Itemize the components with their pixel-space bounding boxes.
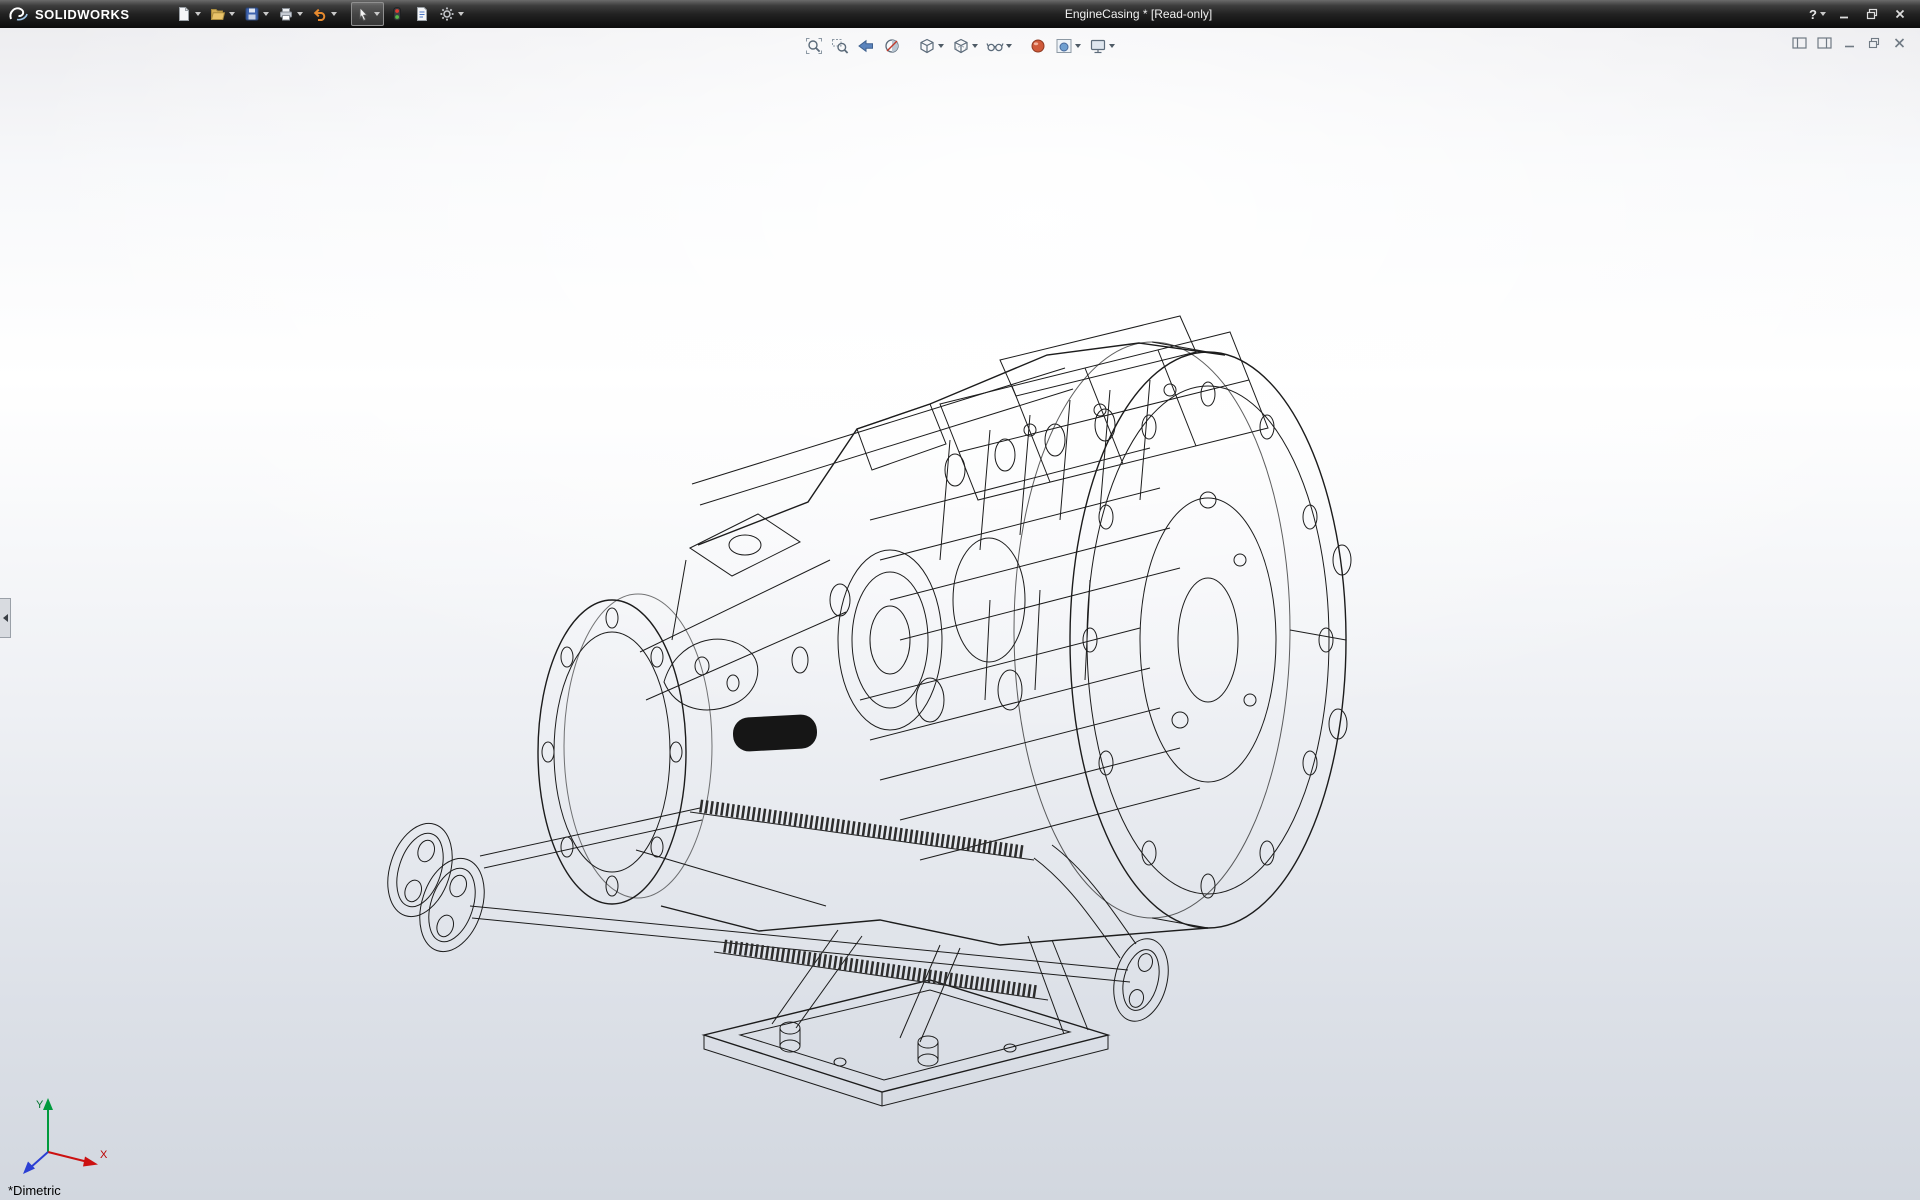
x-axis-arrow-icon — [83, 1157, 98, 1167]
help-button[interactable]: ? — [1809, 7, 1826, 22]
apply-scene-icon — [1055, 37, 1073, 55]
chevron-left-icon — [3, 614, 8, 622]
headsup-view-toolbar — [802, 34, 1118, 58]
section-view-button[interactable] — [880, 34, 904, 58]
save-floppy-icon — [244, 6, 260, 22]
hide-show-glasses-icon — [986, 37, 1004, 55]
graphics-viewport[interactable]: Y X *Dimetric — [0, 28, 1920, 1200]
dropdown-arrow-icon[interactable] — [263, 12, 269, 16]
display-style-cube-icon — [952, 37, 970, 55]
zoom-to-fit-icon — [805, 37, 823, 55]
minimize-document-button[interactable] — [1840, 35, 1858, 50]
dropdown-arrow-icon[interactable] — [1075, 44, 1081, 48]
rebuild-button[interactable] — [385, 2, 409, 26]
z-axis-arrow-icon — [23, 1162, 35, 1175]
options-gear-icon — [439, 6, 455, 22]
view-orientation-cube-icon — [918, 37, 936, 55]
close-window-button[interactable] — [1890, 5, 1910, 23]
minimize-icon — [1843, 37, 1856, 49]
pane-right-icon — [1817, 37, 1832, 49]
zoom-to-area-icon — [831, 37, 849, 55]
pane-left-button[interactable] — [1790, 35, 1808, 50]
file-properties-button[interactable] — [410, 2, 434, 26]
view-settings-button[interactable] — [1086, 34, 1118, 58]
view-orientation-label: *Dimetric — [8, 1183, 61, 1198]
previous-view-icon — [857, 37, 875, 55]
toolbar-separator — [342, 3, 350, 25]
reference-triad[interactable]: Y X — [14, 1086, 114, 1186]
save-button[interactable] — [240, 2, 273, 26]
select-cursor-icon — [355, 6, 371, 22]
view-settings-monitor-icon — [1089, 37, 1107, 55]
dark-pin-part[interactable] — [732, 714, 818, 752]
titlebar-toolbar — [172, 2, 468, 26]
dropdown-arrow-icon[interactable] — [1006, 44, 1012, 48]
undo-icon — [312, 6, 328, 22]
pane-left-icon — [1792, 37, 1807, 49]
close-icon — [1894, 8, 1906, 20]
dropdown-arrow-icon[interactable] — [938, 44, 944, 48]
open-button[interactable] — [206, 2, 239, 26]
pane-right-button[interactable] — [1815, 35, 1833, 50]
brand-label: SOLIDWORKS — [35, 7, 130, 22]
solidworks-logo-icon — [8, 5, 30, 23]
zoom-to-area-button[interactable] — [828, 34, 852, 58]
dropdown-arrow-icon[interactable] — [229, 12, 235, 16]
new-document-icon — [176, 6, 192, 22]
y-axis-arrow-icon — [43, 1098, 53, 1110]
dropdown-arrow-icon[interactable] — [972, 44, 978, 48]
featuremanager-collapsed-tab[interactable] — [0, 598, 11, 638]
triad-x-label: X — [100, 1149, 108, 1161]
hide-show-items-button[interactable] — [983, 34, 1015, 58]
restore-window-button[interactable] — [1862, 5, 1882, 23]
new-document-button[interactable] — [172, 2, 205, 26]
dropdown-arrow-icon[interactable] — [297, 12, 303, 16]
dropdown-arrow-icon[interactable] — [1109, 44, 1115, 48]
close-document-button[interactable] — [1890, 35, 1908, 50]
restore-icon — [1868, 37, 1881, 49]
zoom-to-fit-button[interactable] — [802, 34, 826, 58]
restore-document-button[interactable] — [1865, 35, 1883, 50]
dropdown-arrow-icon[interactable] — [331, 12, 337, 16]
engine-casing-wireframe-model[interactable] — [0, 28, 1920, 1200]
minimize-window-button[interactable] — [1834, 5, 1854, 23]
apply-scene-button[interactable] — [1052, 34, 1084, 58]
solidworks-window: SOLIDWORKS — [0, 0, 1920, 1200]
options-button[interactable] — [435, 2, 468, 26]
select-tool-button[interactable] — [351, 2, 384, 26]
brand: SOLIDWORKS — [0, 5, 172, 23]
triad-y-label: Y — [36, 1099, 44, 1111]
section-view-icon — [883, 37, 901, 55]
minimize-icon — [1838, 8, 1850, 20]
rebuild-traffic-light-icon — [389, 6, 405, 22]
dropdown-arrow-icon[interactable] — [195, 12, 201, 16]
display-style-button[interactable] — [949, 34, 981, 58]
dropdown-arrow-icon[interactable] — [458, 12, 464, 16]
document-window-controls — [1790, 35, 1908, 50]
view-orientation-button[interactable] — [915, 34, 947, 58]
open-folder-icon — [210, 6, 226, 22]
appearance-sphere-icon — [1029, 37, 1047, 55]
print-button[interactable] — [274, 2, 307, 26]
restore-icon — [1866, 8, 1878, 20]
print-icon — [278, 6, 294, 22]
edit-appearance-button[interactable] — [1026, 34, 1050, 58]
close-icon — [1893, 37, 1906, 49]
help-label: ? — [1809, 7, 1817, 22]
coil-spring-upper[interactable] — [690, 806, 1034, 860]
dropdown-arrow-icon[interactable] — [1820, 12, 1826, 16]
previous-view-button[interactable] — [854, 34, 878, 58]
file-properties-icon — [414, 6, 430, 22]
window-controls: ? — [1809, 5, 1920, 23]
titlebar: SOLIDWORKS — [0, 0, 1920, 28]
document-title: EngineCasing * [Read-only] — [468, 7, 1809, 21]
undo-button[interactable] — [308, 2, 341, 26]
dropdown-arrow-icon[interactable] — [374, 12, 380, 16]
